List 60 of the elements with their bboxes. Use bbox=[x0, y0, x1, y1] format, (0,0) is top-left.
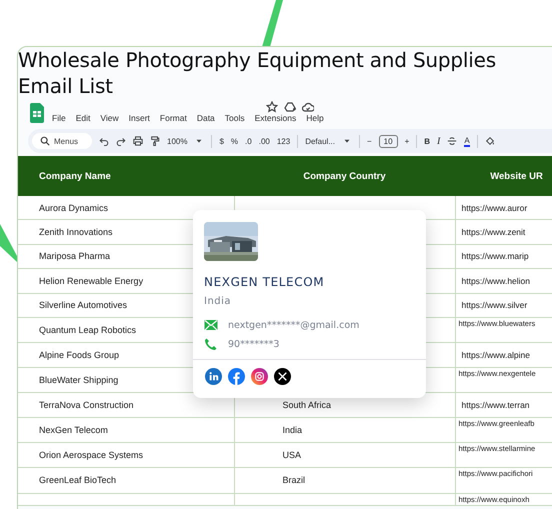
text-color-button[interactable]: A bbox=[464, 136, 470, 146]
page-title: Wholesale Photography Equipment and Supplies Email List bbox=[18, 47, 497, 99]
paint-format-icon[interactable] bbox=[150, 136, 160, 146]
increase-decimal-button[interactable]: .00 bbox=[258, 136, 270, 146]
table-cell: NexGen Telecom bbox=[18, 417, 234, 442]
column-header[interactable]: Company Country bbox=[234, 156, 455, 196]
menu-item[interactable]: Help bbox=[306, 113, 324, 123]
instagram-icon[interactable] bbox=[251, 368, 268, 385]
table-cell: Orion Aerospace Systems bbox=[18, 442, 234, 468]
cloud-icon[interactable] bbox=[302, 101, 314, 113]
decrease-decimal-button[interactable]: .0 bbox=[245, 136, 252, 146]
increase-font-size-button[interactable]: + bbox=[404, 136, 410, 146]
star-icon[interactable] bbox=[266, 101, 278, 113]
email-icon bbox=[204, 319, 218, 331]
decrease-font-size-button[interactable]: − bbox=[367, 136, 372, 146]
linkedin-icon[interactable] bbox=[205, 368, 222, 385]
column-header[interactable]: Website UR bbox=[455, 156, 552, 196]
table-cell: https://www.silver bbox=[455, 293, 552, 318]
percent-format-button[interactable]: % bbox=[230, 136, 238, 146]
search-menus-field[interactable]: Menus bbox=[32, 133, 92, 149]
font-size-field[interactable]: 10 bbox=[378, 134, 398, 148]
menu-item[interactable]: Edit bbox=[76, 113, 90, 123]
menu-item[interactable]: Data bbox=[196, 113, 215, 123]
currency-format-button[interactable]: $ bbox=[219, 136, 224, 146]
decorative-stroke bbox=[262, 0, 283, 47]
undo-icon[interactable] bbox=[99, 136, 109, 146]
table-cell: https://www.auror bbox=[455, 196, 552, 220]
strikethrough-icon[interactable] bbox=[447, 136, 458, 146]
search-icon bbox=[40, 136, 50, 146]
table-cell: https://www.terran bbox=[455, 392, 552, 418]
print-icon[interactable] bbox=[133, 136, 143, 146]
more-formats-button[interactable]: 123 bbox=[276, 136, 290, 146]
menu-item[interactable]: Insert bbox=[128, 113, 150, 123]
x-icon[interactable] bbox=[274, 368, 291, 385]
menu-item[interactable]: Format bbox=[160, 113, 187, 123]
fill-color-icon[interactable] bbox=[484, 136, 495, 146]
font-dropdown[interactable]: Defaul... bbox=[305, 136, 335, 146]
table-cell: https://www.alpine bbox=[455, 342, 552, 368]
bold-button[interactable]: B bbox=[424, 136, 430, 146]
table-cell: https://www.helion bbox=[455, 268, 552, 294]
menu-item[interactable]: File bbox=[52, 113, 66, 123]
menu-item[interactable]: View bbox=[100, 113, 119, 123]
column-header[interactable]: Company Name bbox=[18, 156, 234, 196]
zoom-dropdown[interactable]: 100% bbox=[167, 136, 188, 146]
table-cell: https://www.marip bbox=[455, 244, 552, 269]
italic-button[interactable]: I bbox=[437, 136, 440, 146]
redo-icon[interactable] bbox=[116, 136, 126, 146]
table-cell: USA bbox=[234, 442, 455, 468]
table-cell: GreenLeaf BioTech bbox=[18, 468, 234, 494]
company-country: India bbox=[204, 296, 232, 307]
phone-icon bbox=[204, 338, 218, 350]
spreadsheet-logo-icon[interactable] bbox=[30, 103, 44, 123]
decorative-wedge bbox=[0, 224, 17, 262]
menu-item[interactable]: Extensions bbox=[254, 113, 296, 123]
table-cell: https://www.zenit bbox=[455, 220, 552, 244]
drive-add-icon[interactable] bbox=[284, 101, 296, 113]
facebook-icon[interactable] bbox=[228, 368, 245, 385]
table-cell: India bbox=[234, 417, 455, 442]
table-cell: Brazil bbox=[234, 468, 455, 494]
menu-item[interactable]: Tools bbox=[224, 113, 245, 123]
